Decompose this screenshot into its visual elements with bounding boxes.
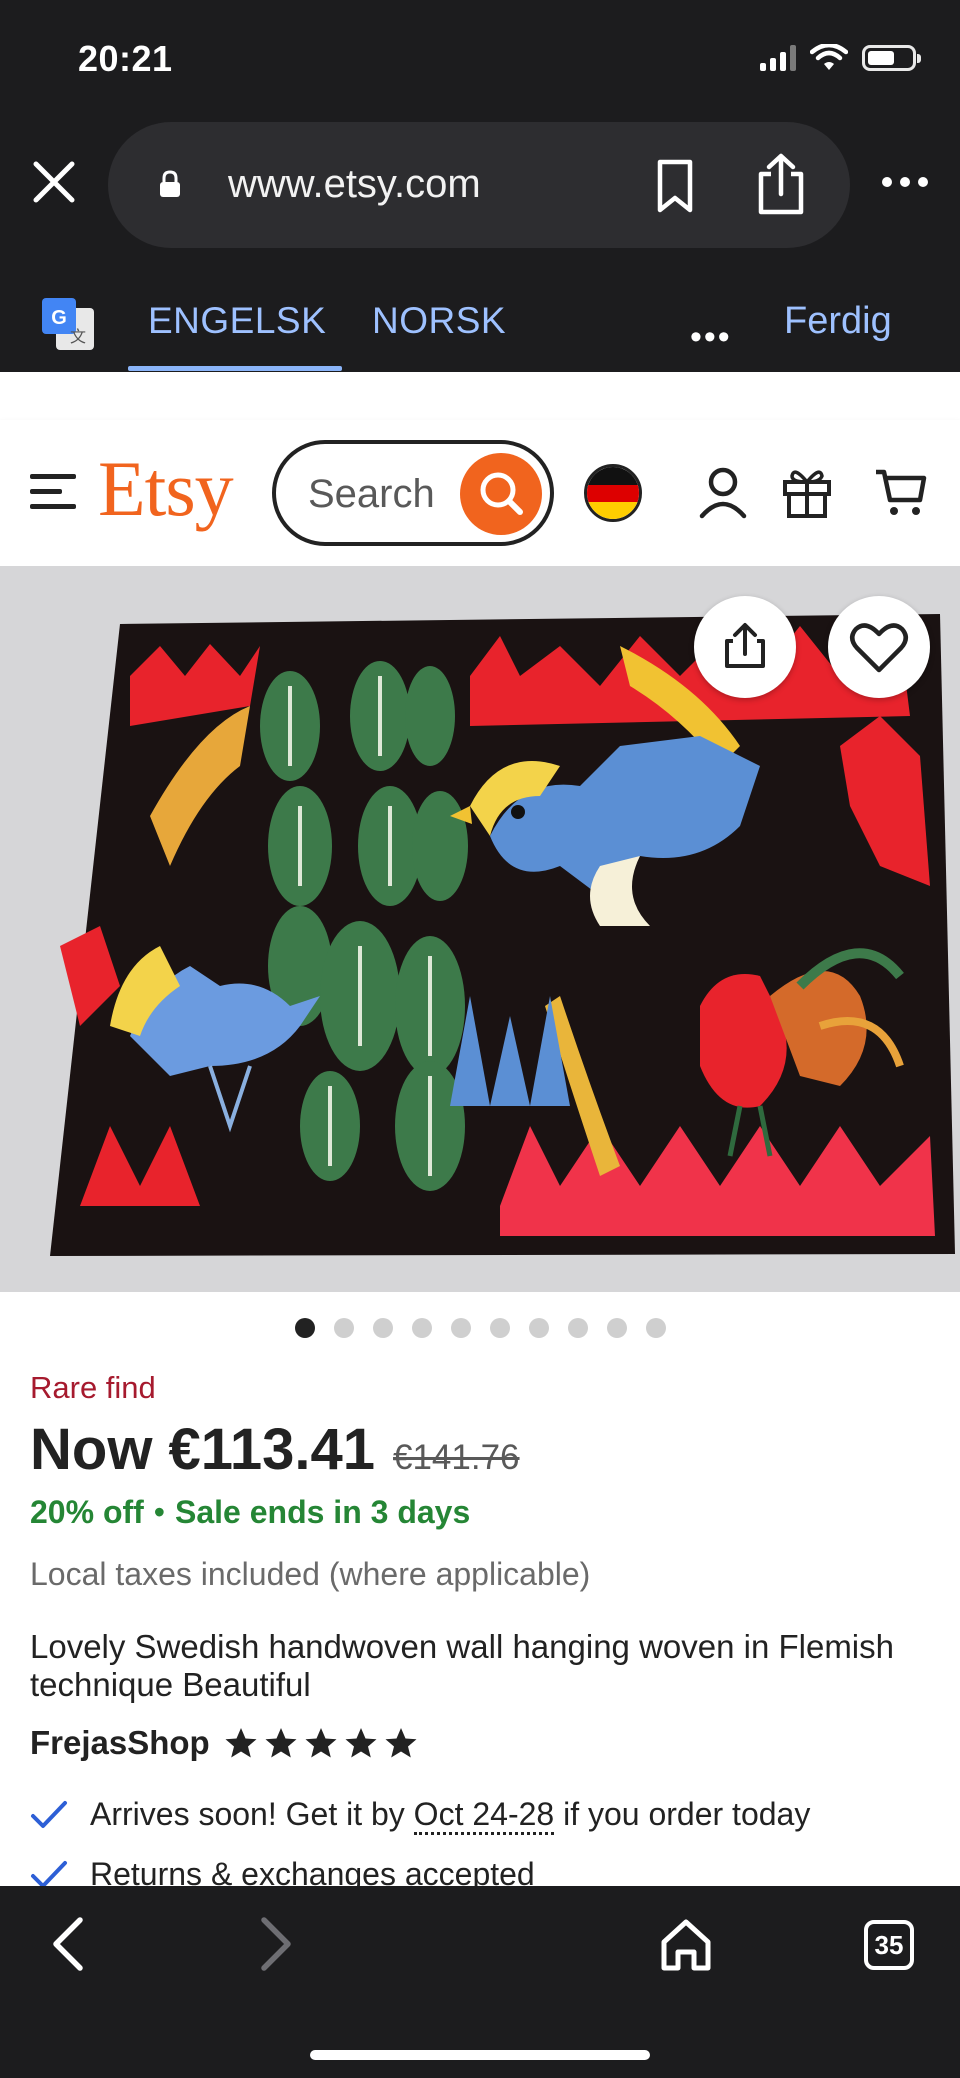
arrival-dates[interactable]: Oct 24-28 bbox=[413, 1796, 555, 1835]
favorite-button[interactable] bbox=[828, 596, 930, 698]
status-time: 20:21 bbox=[78, 38, 173, 79]
search-input[interactable]: Search bbox=[272, 440, 554, 546]
star-icon bbox=[345, 1728, 377, 1758]
svg-text:文: 文 bbox=[70, 327, 86, 346]
tab-norwegian[interactable]: NORSK bbox=[372, 300, 506, 342]
browser-top-chrome: 20:21 www.etsy.com G 文 ENGELSK NORSK •••… bbox=[0, 0, 960, 372]
lock-icon bbox=[160, 170, 180, 197]
heart-icon bbox=[850, 623, 908, 673]
star-icon bbox=[305, 1728, 337, 1758]
share-icon[interactable] bbox=[753, 152, 809, 216]
home-icon[interactable] bbox=[654, 1912, 718, 1976]
product-image[interactable] bbox=[0, 566, 960, 1292]
arrival-text: Arrives soon! Get it by Oct 24-28 if you… bbox=[90, 1796, 810, 1835]
image-carousel-dots[interactable] bbox=[0, 1318, 960, 1338]
tapestry-illustration bbox=[0, 566, 960, 1292]
arrival-info: Arrives soon! Get it by Oct 24-28 if you… bbox=[30, 1796, 810, 1835]
translate-done-button[interactable]: Ferdig bbox=[784, 300, 892, 343]
taxes-note: Local taxes included (where applicable) bbox=[30, 1556, 591, 1592]
carousel-dot[interactable] bbox=[372, 1318, 393, 1338]
rare-find-badge: Rare find bbox=[30, 1370, 156, 1405]
carousel-dot[interactable] bbox=[489, 1318, 510, 1338]
bookmark-icon[interactable] bbox=[648, 158, 702, 214]
original-price: €141.76 bbox=[393, 1438, 520, 1477]
star-icon bbox=[225, 1728, 257, 1758]
active-tab-indicator bbox=[128, 366, 342, 371]
url-text: www.etsy.com bbox=[228, 162, 481, 206]
carousel-dot[interactable] bbox=[606, 1318, 627, 1338]
tab-english[interactable]: ENGELSK bbox=[148, 300, 326, 342]
close-icon[interactable] bbox=[30, 158, 78, 206]
back-icon[interactable] bbox=[38, 1912, 102, 1976]
carousel-dot[interactable] bbox=[528, 1318, 549, 1338]
forward-icon[interactable] bbox=[242, 1912, 306, 1976]
translate-more-button[interactable]: ••• bbox=[690, 318, 732, 357]
carousel-dot[interactable] bbox=[294, 1318, 315, 1338]
search-icon bbox=[480, 472, 523, 515]
translate-bar: G 文 ENGELSK NORSK ••• Ferdig bbox=[0, 282, 960, 372]
discount-label: 20% off bbox=[30, 1494, 144, 1530]
share-icon bbox=[725, 623, 765, 668]
browser-bottom-toolbar: 35 bbox=[0, 1886, 960, 2078]
sale-info: 20% off • Sale ends in 3 days bbox=[30, 1494, 470, 1531]
price-row: Now €113.41 €141.76 bbox=[30, 1416, 520, 1483]
star-icon bbox=[385, 1728, 417, 1758]
cellular-signal-icon bbox=[760, 45, 796, 71]
etsy-logo[interactable]: Etsy bbox=[98, 444, 234, 534]
home-indicator[interactable] bbox=[310, 2050, 650, 2060]
etsy-header: Etsy Search bbox=[0, 420, 960, 566]
google-translate-icon: G 文 bbox=[42, 298, 94, 350]
check-icon bbox=[31, 1800, 67, 1828]
shop-row: FrejasShop bbox=[30, 1724, 418, 1762]
germany-flag-icon[interactable] bbox=[584, 464, 642, 522]
share-product-button[interactable] bbox=[694, 596, 796, 698]
carousel-dot[interactable] bbox=[645, 1318, 666, 1338]
address-bar[interactable]: www.etsy.com bbox=[108, 122, 850, 248]
star-icon bbox=[265, 1728, 297, 1758]
search-button[interactable] bbox=[460, 453, 542, 535]
search-placeholder: Search bbox=[308, 472, 435, 516]
tabs-count-button[interactable]: 35 bbox=[864, 1920, 914, 1970]
svg-text:G: G bbox=[51, 307, 67, 329]
battery-icon bbox=[862, 45, 921, 71]
carousel-dot[interactable] bbox=[333, 1318, 354, 1338]
cart-icon[interactable] bbox=[874, 464, 928, 520]
rating-stars[interactable] bbox=[224, 1726, 418, 1760]
sale-ends-label: Sale ends in 3 days bbox=[175, 1494, 471, 1530]
carousel-dot[interactable] bbox=[567, 1318, 588, 1338]
carousel-dot[interactable] bbox=[411, 1318, 432, 1338]
carousel-dot[interactable] bbox=[450, 1318, 471, 1338]
account-icon[interactable] bbox=[696, 464, 750, 520]
more-options-icon[interactable] bbox=[880, 162, 930, 202]
shop-name-link[interactable]: FrejasShop bbox=[30, 1724, 210, 1762]
current-price: Now €113.41 bbox=[30, 1417, 375, 1482]
separator-dot: • bbox=[153, 1494, 165, 1530]
wifi-icon bbox=[810, 44, 848, 70]
status-icons bbox=[760, 44, 921, 72]
gift-icon[interactable] bbox=[780, 464, 834, 520]
menu-icon[interactable] bbox=[30, 474, 76, 510]
product-title: Lovely Swedish handwoven wall hanging wo… bbox=[30, 1628, 894, 1703]
